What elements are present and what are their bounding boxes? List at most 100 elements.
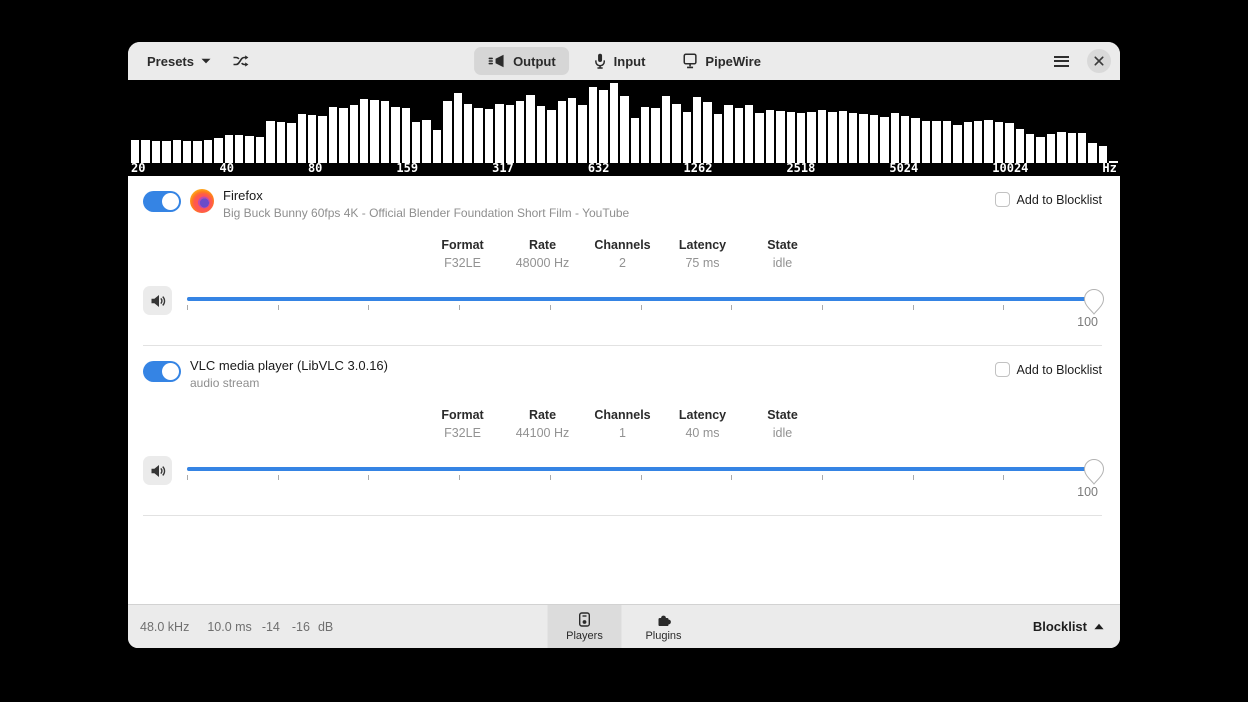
player-subtitle: audio stream bbox=[190, 376, 388, 390]
spectrum-bar bbox=[631, 118, 639, 163]
info-value-rate: 48000 Hz bbox=[503, 256, 583, 270]
spectrum-bar bbox=[943, 121, 951, 163]
stream-info-table: FormatF32LE Rate44100 Hz Channels1 Laten… bbox=[143, 408, 1102, 440]
frequency-label: 20 bbox=[131, 162, 145, 175]
spectrum-bar bbox=[1036, 137, 1044, 163]
frequency-label: 80 bbox=[308, 162, 322, 175]
volume-slider[interactable]: 100 bbox=[187, 456, 1094, 502]
device-stats: 48.0 kHz 10.0 ms -14 -16 dB bbox=[140, 620, 333, 634]
slider-tick bbox=[731, 305, 732, 310]
spectrum-bar bbox=[703, 102, 711, 163]
spectrum-bar bbox=[1005, 123, 1013, 163]
info-header-channels: Channels bbox=[583, 408, 663, 422]
player-title: VLC media player (LibVLC 3.0.16) bbox=[190, 358, 388, 373]
spectrum-bar bbox=[662, 96, 670, 163]
spectrum-bar bbox=[859, 114, 867, 163]
spectrum-bar bbox=[152, 141, 160, 163]
spectrum-bar bbox=[225, 135, 233, 163]
spectrum-bar bbox=[651, 108, 659, 163]
menu-button[interactable] bbox=[1045, 47, 1077, 75]
slider-fill bbox=[187, 297, 1094, 301]
mute-button[interactable] bbox=[143, 286, 172, 315]
spectrum-bar bbox=[589, 87, 597, 163]
add-to-blocklist-checkbox[interactable]: Add to Blocklist bbox=[995, 362, 1102, 377]
spectrum-bar bbox=[953, 125, 961, 163]
frequency-label: 159 bbox=[396, 162, 418, 175]
slider-tick bbox=[913, 305, 914, 310]
spectrum-bar bbox=[672, 104, 680, 163]
info-header-channels: Channels bbox=[583, 238, 663, 252]
tab-plugins[interactable]: Plugins bbox=[627, 605, 701, 648]
hamburger-icon bbox=[1054, 56, 1069, 67]
spectrum-bar bbox=[235, 135, 243, 163]
player-header: VLC media player (LibVLC 3.0.16) audio s… bbox=[143, 358, 1102, 398]
spectrum-bar bbox=[932, 121, 940, 163]
player-titles: VLC media player (LibVLC 3.0.16) audio s… bbox=[190, 358, 388, 390]
volume-value: 100 bbox=[1077, 315, 1098, 329]
slider-tick bbox=[641, 475, 642, 480]
spectrum-bar bbox=[350, 105, 358, 163]
slider-tick bbox=[550, 305, 551, 310]
tab-players[interactable]: Players bbox=[548, 605, 622, 648]
tab-pipewire[interactable]: PipeWire bbox=[670, 47, 774, 75]
spectrum-frequency-labels: 20408015931763212622518502410024Hz bbox=[131, 162, 1117, 175]
header-left-group: Presets bbox=[137, 47, 257, 75]
slider-handle[interactable] bbox=[1083, 458, 1105, 485]
footer-bar: 48.0 kHz 10.0 ms -14 -16 dB Players bbox=[128, 604, 1120, 648]
checkbox-box bbox=[995, 192, 1010, 207]
global-bypass-button[interactable] bbox=[225, 47, 257, 75]
info-value-format: F32LE bbox=[423, 426, 503, 440]
spectrum-bar bbox=[474, 108, 482, 163]
spectrum-bar bbox=[245, 136, 253, 163]
spectrum-bar bbox=[693, 97, 701, 163]
blocklist-button[interactable]: Blocklist bbox=[1029, 613, 1108, 640]
spectrum-bar bbox=[495, 104, 503, 163]
player-row-firefox: Firefox Big Buck Bunny 60fps 4K - Offici… bbox=[128, 176, 1120, 346]
tab-pipewire-label: PipeWire bbox=[705, 54, 761, 69]
stat-level-right: -16 bbox=[292, 620, 310, 634]
spectrum-bar bbox=[412, 122, 420, 163]
tab-output-label: Output bbox=[513, 54, 556, 69]
add-to-blocklist-checkbox[interactable]: Add to Blocklist bbox=[995, 192, 1102, 207]
player-separator bbox=[143, 515, 1102, 516]
media-player-icon bbox=[579, 612, 591, 627]
spectrum-bar bbox=[1016, 129, 1024, 163]
slider-handle[interactable] bbox=[1083, 288, 1105, 315]
spectrum-bar bbox=[1088, 143, 1096, 163]
spectrum-bar bbox=[870, 115, 878, 163]
spectrum-analyzer: 20408015931763212622518502410024Hz bbox=[128, 80, 1120, 176]
speaker-volume-icon bbox=[150, 294, 166, 308]
spectrum-bar bbox=[1068, 133, 1076, 163]
spectrum-bar bbox=[433, 130, 441, 163]
player-enable-toggle[interactable] bbox=[143, 361, 181, 382]
frequency-label: 317 bbox=[492, 162, 514, 175]
spectrum-bar bbox=[443, 101, 451, 163]
tab-input[interactable]: Input bbox=[581, 47, 659, 75]
info-header-latency: Latency bbox=[663, 408, 743, 422]
mute-button[interactable] bbox=[143, 456, 172, 485]
slider-tick bbox=[1003, 305, 1004, 310]
spectrum-bar bbox=[911, 118, 919, 163]
slider-tick bbox=[550, 475, 551, 480]
info-value-channels: 2 bbox=[583, 256, 663, 270]
tab-output[interactable]: Output bbox=[474, 47, 569, 75]
spectrum-bars bbox=[131, 83, 1117, 163]
microphone-icon bbox=[594, 53, 606, 69]
chevron-up-icon bbox=[1094, 623, 1104, 630]
spectrum-bar bbox=[308, 115, 316, 163]
close-button[interactable] bbox=[1087, 49, 1111, 73]
spectrum-bar bbox=[485, 109, 493, 163]
spectrum-bar bbox=[516, 101, 524, 163]
spectrum-bar bbox=[568, 98, 576, 163]
slider-tick bbox=[187, 475, 188, 480]
spectrum-bar bbox=[537, 106, 545, 163]
volume-slider[interactable]: 100 bbox=[187, 286, 1094, 332]
info-value-state: idle bbox=[743, 256, 823, 270]
info-value-channels: 1 bbox=[583, 426, 663, 440]
spectrum-bar bbox=[776, 111, 784, 163]
spectrum-bar bbox=[974, 121, 982, 163]
spectrum-bar bbox=[901, 116, 909, 163]
presets-button[interactable]: Presets bbox=[137, 48, 221, 75]
chevron-down-icon bbox=[201, 58, 211, 64]
player-enable-toggle[interactable] bbox=[143, 191, 181, 212]
